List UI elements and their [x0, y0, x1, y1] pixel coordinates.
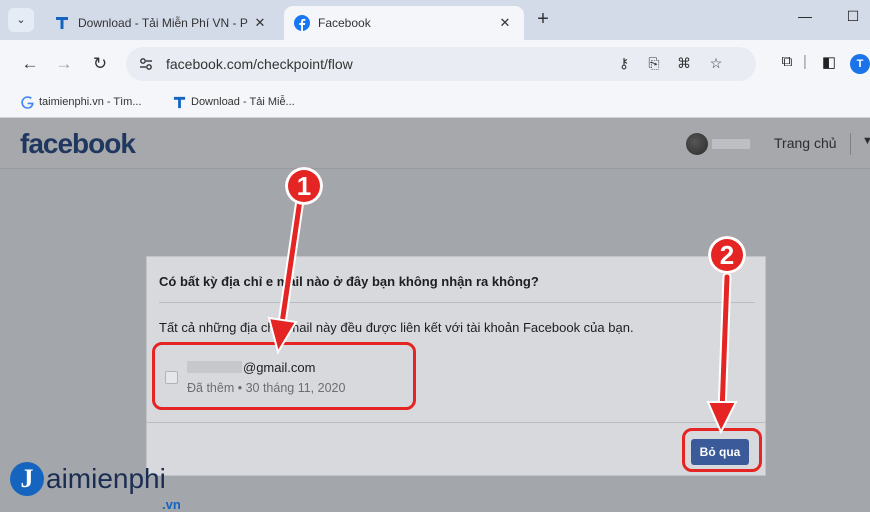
password-key-icon[interactable]: ⚷	[614, 55, 634, 73]
skip-highlight-box	[682, 428, 762, 472]
email-highlight-box	[152, 342, 416, 410]
bookmark-item[interactable]: taimienphi.vn - Tìm...	[20, 95, 142, 109]
screenshot-root: ⌄ Download - Tải Miễn Phí VN - P ✕ Faceb…	[0, 0, 870, 512]
toolbar-divider: |	[803, 53, 807, 70]
taimienphi-t-icon	[172, 95, 186, 109]
browser-toolbar: ← → ↻ facebook.com/checkpoint/flow ⚷ ⎘ ⌘…	[0, 40, 870, 88]
tab-title: Download - Tải Miễn Phí VN - P	[78, 16, 248, 30]
translate-icon[interactable]: ⌘	[674, 55, 694, 73]
watermark-suffix: .vn	[162, 497, 181, 512]
profile-avatar[interactable]: T	[850, 54, 870, 74]
minimize-icon[interactable]: —	[790, 8, 820, 32]
tab-search-button[interactable]: ⌄	[8, 8, 34, 32]
home-link[interactable]: Trang chủ	[774, 135, 837, 151]
taimienphi-watermark: J aimienphi .vn	[10, 462, 181, 512]
facebook-icon	[294, 15, 310, 31]
bookmark-star-icon[interactable]: ☆	[706, 55, 726, 73]
reload-icon[interactable]: ↻	[88, 52, 112, 76]
install-app-icon[interactable]: ⎘	[644, 55, 664, 73]
dialog-divider	[159, 302, 755, 303]
new-tab-button[interactable]: +	[532, 9, 554, 31]
url-text: facebook.com/checkpoint/flow	[166, 56, 353, 72]
tab-facebook[interactable]: Facebook ✕	[284, 6, 524, 40]
address-bar[interactable]: facebook.com/checkpoint/flow ⚷ ⎘ ⌘ ☆	[126, 47, 756, 81]
watermark-j-logo: J	[10, 462, 44, 496]
google-g-icon	[20, 95, 34, 109]
dialog-footer-divider	[147, 422, 765, 423]
taimienphi-t-icon	[54, 15, 70, 31]
tab-title: Facebook	[318, 16, 371, 30]
watermark-text: aimienphi	[46, 463, 166, 494]
maximize-icon[interactable]: ☐	[838, 8, 868, 32]
bookmarks-bar: taimienphi.vn - Tìm... Download - Tải Mi…	[0, 88, 870, 118]
facebook-logo[interactable]: facebook	[20, 128, 136, 160]
tab-close-icon[interactable]: ✕	[496, 15, 514, 31]
user-avatar[interactable]	[686, 133, 708, 155]
step-marker-2: 2	[708, 236, 746, 274]
forward-arrow-icon[interactable]: →	[52, 52, 76, 76]
facebook-header: facebook Trang chủ ▼	[0, 119, 870, 169]
bookmark-label: Download - Tải Miễ...	[191, 96, 295, 108]
back-arrow-icon[interactable]: ←	[18, 52, 42, 76]
user-name-blurred[interactable]	[712, 139, 750, 149]
site-settings-icon[interactable]	[138, 56, 154, 72]
dialog-description: Tất cả những địa chỉ email này đều được …	[159, 320, 634, 335]
side-panel-icon[interactable]: ◧	[818, 53, 840, 71]
tab-taimienphi[interactable]: Download - Tải Miễn Phí VN - P ✕	[44, 6, 279, 40]
dialog-title: Có bất kỳ địa chỉ e mail nào ở đây bạn k…	[159, 274, 539, 289]
step-marker-1: 1	[285, 167, 323, 205]
browser-tab-strip: ⌄ Download - Tải Miễn Phí VN - P ✕ Faceb…	[0, 0, 870, 40]
extensions-icon[interactable]: ⧉	[776, 53, 798, 70]
header-divider	[850, 133, 851, 155]
bookmark-item[interactable]: Download - Tải Miễ...	[172, 95, 295, 109]
account-menu-caret-icon[interactable]: ▼	[862, 135, 870, 147]
bookmark-label: taimienphi.vn - Tìm...	[39, 96, 142, 108]
tab-close-icon[interactable]: ✕	[251, 15, 269, 31]
